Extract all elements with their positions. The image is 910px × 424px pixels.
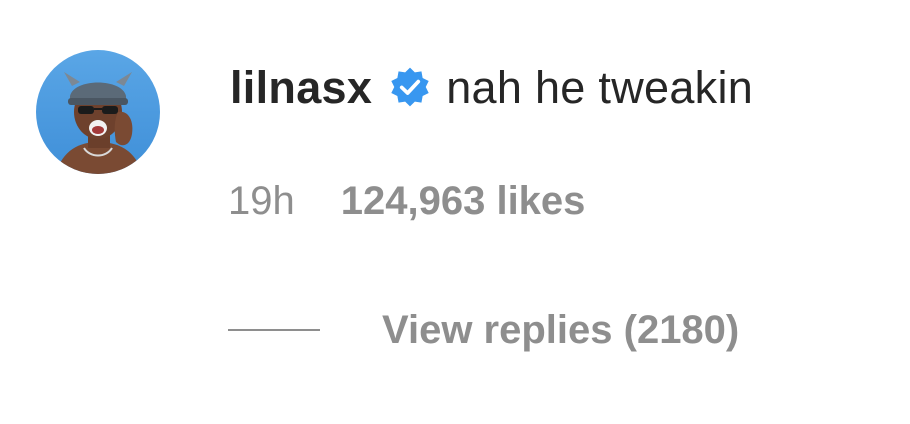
view-replies-button[interactable]: View replies (2180) [382,308,739,353]
comment: lilnasx nah he tweakin 19h 124,963 likes… [0,0,910,424]
comment-line: lilnasx nah he tweakin [230,56,753,120]
username-link[interactable]: lilnasx [230,62,372,114]
avatar-image [36,50,160,174]
likes-count-button[interactable]: 124,963 likes [341,179,586,224]
replies-divider-line [228,329,320,331]
comment-text: nah he tweakin [446,62,754,113]
timestamp-link[interactable]: 19h [228,179,295,224]
avatar[interactable] [36,50,160,174]
comment-meta: 19h 124,963 likes [228,176,585,226]
view-replies-row: View replies (2180) [228,302,739,358]
verified-badge-icon [388,66,432,110]
